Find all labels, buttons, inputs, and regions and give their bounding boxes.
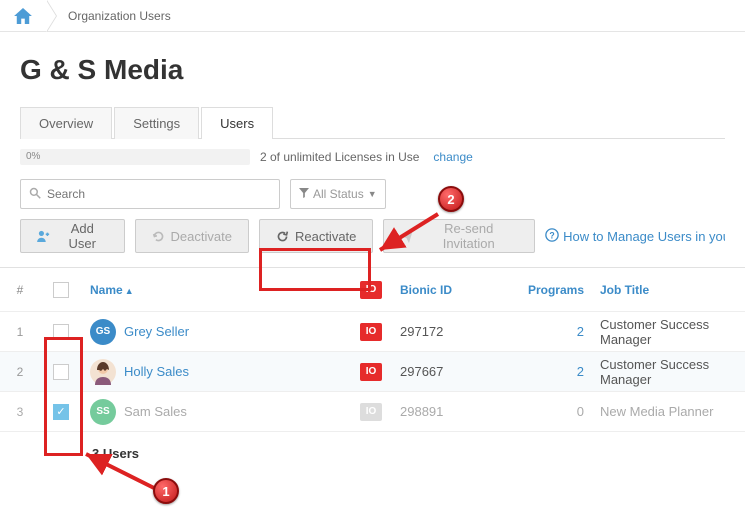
table-row[interactable]: 2Holly SalesIO2976672Customer Success Ma… xyxy=(0,352,745,392)
io-cell: IO xyxy=(352,363,392,381)
avatar: GS xyxy=(90,319,116,345)
col-bionic-id[interactable]: Bionic ID xyxy=(392,283,502,297)
sort-asc-icon: ▲ xyxy=(125,286,134,296)
name-cell[interactable]: Holly Sales xyxy=(82,359,352,385)
callout-2: 2 xyxy=(438,186,464,212)
chevron-down-icon: ▼ xyxy=(368,189,377,199)
io-icon: IO xyxy=(360,323,382,341)
table-row[interactable]: 1 GS Grey Seller IO 2971722Customer Success … xyxy=(0,312,745,352)
col-checkbox[interactable] xyxy=(40,282,82,298)
svg-text:?: ? xyxy=(549,230,554,240)
io-icon: IO xyxy=(360,403,382,421)
resend-invitation-button[interactable]: Re-send Invitation xyxy=(383,219,535,253)
row-checkbox[interactable] xyxy=(53,324,69,340)
action-bar: Add User Deactivate Reactivate Re-send I… xyxy=(0,219,745,267)
job-title: Customer Success Manager xyxy=(592,357,745,387)
col-io[interactable]: IO xyxy=(352,281,392,299)
user-plus-icon xyxy=(37,230,51,242)
status-filter[interactable]: All Status ▼ xyxy=(290,179,386,209)
col-job-title[interactable]: Job Title xyxy=(592,283,745,297)
job-title: New Media Planner xyxy=(592,404,745,419)
license-progress: 0% xyxy=(20,149,250,165)
programs-count[interactable]: 2 xyxy=(502,324,592,339)
breadcrumb: Organization Users xyxy=(0,0,745,32)
status-filter-label: All Status xyxy=(313,187,364,201)
select-all-checkbox[interactable] xyxy=(53,282,69,298)
programs-count[interactable]: 2 xyxy=(502,364,592,379)
avatar: SS xyxy=(90,399,116,425)
table-row[interactable]: 3 ✓ SS Sam Sales IO 2988910New Media Planner xyxy=(0,392,745,432)
col-number[interactable]: # xyxy=(0,283,40,297)
row-number: 3 xyxy=(0,405,40,419)
page-title: G & S Media xyxy=(0,32,745,106)
reactivate-button[interactable]: Reactivate xyxy=(259,219,373,253)
row-checkbox-cell: ✓ xyxy=(40,404,82,420)
row-checkbox[interactable] xyxy=(53,364,69,380)
row-checkbox-cell xyxy=(40,364,82,380)
row-checkbox[interactable]: ✓ xyxy=(53,404,69,420)
refresh-icon xyxy=(276,230,289,243)
tabs: Overview Settings Users xyxy=(20,106,725,139)
send-icon xyxy=(400,230,413,243)
io-icon: IO xyxy=(360,363,382,381)
change-link[interactable]: change xyxy=(433,150,472,164)
home-icon[interactable] xyxy=(0,0,46,32)
tab-users[interactable]: Users xyxy=(201,107,273,139)
row-checkbox-cell xyxy=(40,324,82,340)
users-table: # Name▲ IO Bionic ID Programs Job Title … xyxy=(0,267,745,432)
deactivate-button[interactable]: Deactivate xyxy=(135,219,249,253)
io-icon: IO xyxy=(360,281,382,299)
table-footer: 3 Users xyxy=(0,432,745,481)
io-cell: IO xyxy=(352,323,392,341)
job-title: Customer Success Manager xyxy=(592,317,745,347)
col-programs[interactable]: Programs xyxy=(502,283,592,297)
search-icon xyxy=(29,187,41,202)
filter-icon xyxy=(299,187,309,201)
row-number: 1 xyxy=(0,325,40,339)
tab-settings[interactable]: Settings xyxy=(114,107,199,139)
filter-bar: All Status ▼ xyxy=(0,171,745,219)
license-row: 0% 2 of unlimited Licenses in Use change xyxy=(0,139,745,171)
name-cell[interactable]: GS Grey Seller xyxy=(82,319,352,345)
undo-icon xyxy=(152,230,165,243)
row-number: 2 xyxy=(0,365,40,379)
help-icon: ? xyxy=(545,228,559,245)
breadcrumb-page[interactable]: Organization Users xyxy=(46,9,189,23)
col-name[interactable]: Name▲ xyxy=(82,283,352,297)
help-link[interactable]: ? How to Manage Users in your xyxy=(545,228,725,245)
tab-overview[interactable]: Overview xyxy=(20,107,112,139)
avatar xyxy=(90,359,116,385)
programs-count: 0 xyxy=(502,404,592,419)
user-name: Grey Seller xyxy=(124,324,189,339)
bionic-id: 297667 xyxy=(392,364,502,379)
bionic-id: 297172 xyxy=(392,324,502,339)
callout-1: 1 xyxy=(153,478,179,504)
search-input-wrap[interactable] xyxy=(20,179,280,209)
user-name: Holly Sales xyxy=(124,364,189,379)
name-cell[interactable]: SS Sam Sales xyxy=(82,399,352,425)
io-cell: IO xyxy=(352,403,392,421)
add-user-button[interactable]: Add User xyxy=(20,219,125,253)
bionic-id: 298891 xyxy=(392,404,502,419)
license-text: 2 of unlimited Licenses in Use xyxy=(260,150,419,164)
search-input[interactable] xyxy=(47,187,271,201)
user-name: Sam Sales xyxy=(124,404,187,419)
